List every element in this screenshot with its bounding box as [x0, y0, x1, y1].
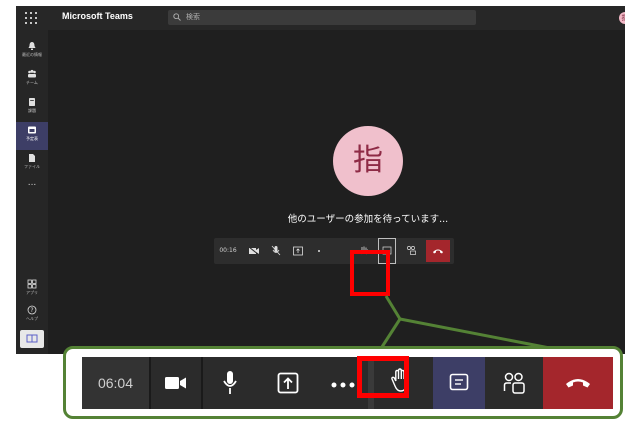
chat-button-zoom[interactable] [433, 357, 485, 409]
microphone-icon [223, 371, 237, 394]
microphone-button[interactable] [203, 357, 258, 409]
chat-icon [449, 373, 469, 391]
more-icon [331, 382, 355, 388]
share-screen-button-zoom[interactable] [258, 357, 318, 409]
hang-up-icon [566, 379, 590, 388]
camera-button[interactable] [151, 357, 201, 409]
participants-icon [503, 372, 525, 394]
video-camera-icon [165, 377, 186, 389]
participants-button-zoom[interactable] [485, 357, 543, 409]
hang-up-button-zoom[interactable] [543, 357, 613, 409]
call-timer-zoom: 06:04 [82, 357, 149, 409]
call-controls-zoom: 06:04 [82, 357, 613, 409]
highlight-box-zoom [357, 356, 409, 398]
share-screen-icon [277, 372, 299, 394]
